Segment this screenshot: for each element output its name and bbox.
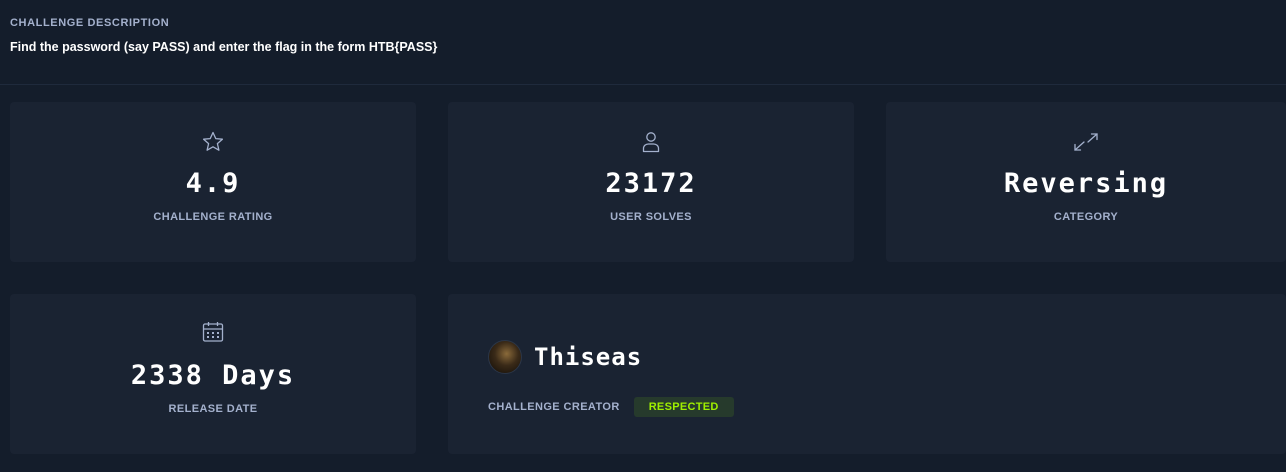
creator-label: CHALLENGE CREATOR [488,401,620,413]
user-solves-card: 23172 USER SOLVES [448,102,854,262]
creator-card: Thiseas CHALLENGE CREATOR RESPECTED [448,294,1286,454]
user-icon [448,130,854,154]
creator-profile-link[interactable]: Thiseas [488,340,642,374]
description-heading: CHALLENGE DESCRIPTION [10,17,170,29]
respected-badge: RESPECTED [633,397,734,417]
rating-card: 4.9 CHALLENGE RATING [10,102,416,262]
creator-meta: CHALLENGE CREATOR RESPECTED [488,397,734,417]
avatar[interactable] [488,340,522,374]
release-date-card: 2338 Days RELEASE DATE [10,294,416,454]
category-card: Reversing CATEGORY [886,102,1286,262]
expand-arrows-icon [886,130,1286,154]
challenge-description-section: CHALLENGE DESCRIPTION Find the password … [0,0,1286,85]
description-text: Find the password (say PASS) and enter t… [10,40,438,54]
release-date-value: 2338 Days [130,360,296,391]
calendar-icon [10,320,416,344]
category-label: CATEGORY [1053,211,1119,223]
user-solves-value: 23172 [605,168,697,199]
release-date-label: RELEASE DATE [168,403,258,415]
rating-value: 4.9 [185,168,241,199]
rating-label: CHALLENGE RATING [153,211,273,223]
creator-name[interactable]: Thiseas [534,343,642,371]
category-value: Reversing [1003,168,1169,199]
user-solves-label: USER SOLVES [610,211,692,223]
star-icon [10,130,416,154]
